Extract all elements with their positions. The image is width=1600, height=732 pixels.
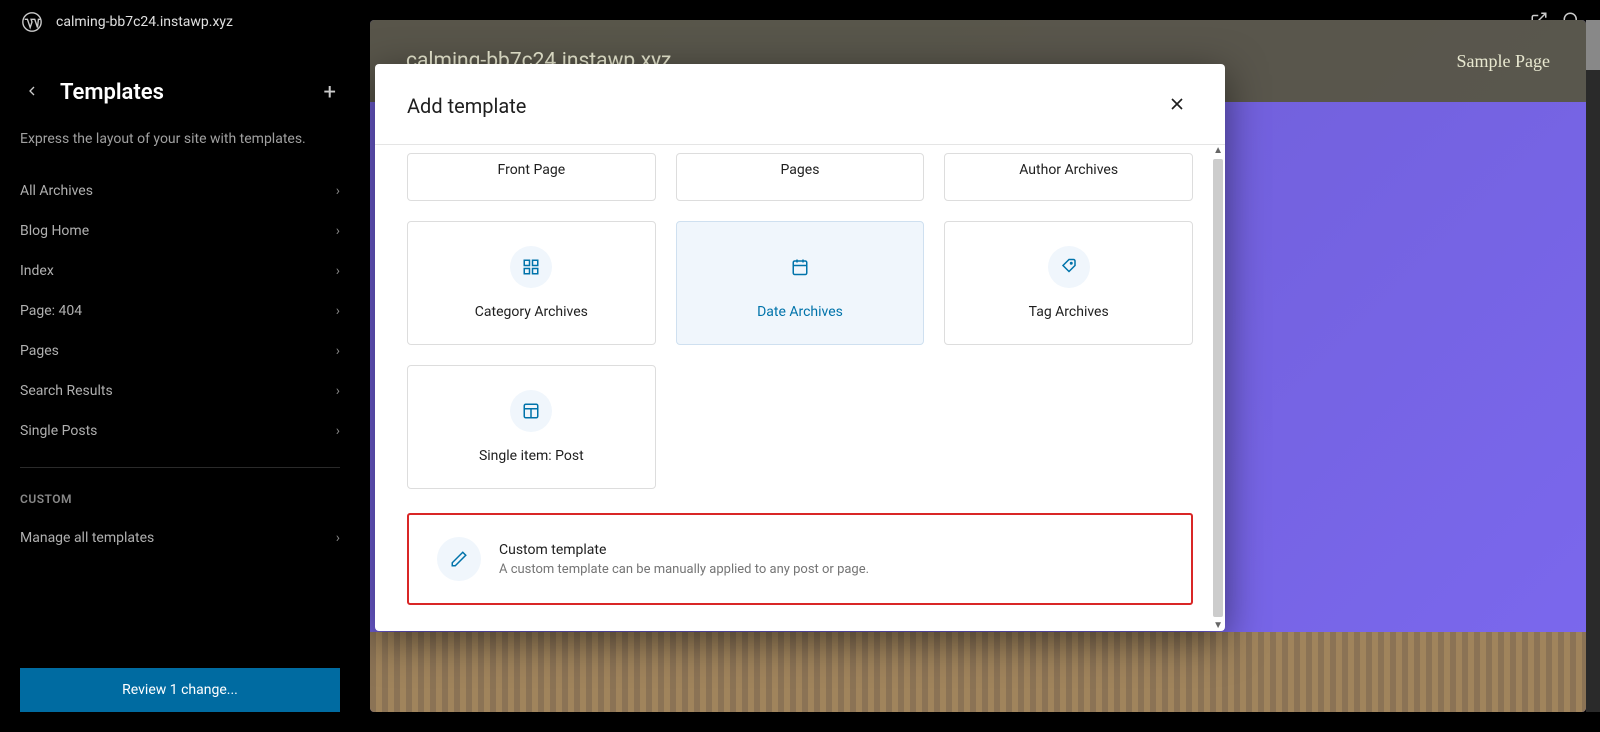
template-label: Single item: Post <box>479 448 584 464</box>
modal-title: Add template <box>407 94 526 118</box>
custom-template-desc: A custom template can be manually applie… <box>499 562 869 577</box>
template-card-author-archives[interactable]: Author Archives <box>944 153 1193 201</box>
template-label: Tag Archives <box>1029 304 1109 320</box>
template-label: Author Archives <box>1019 162 1118 178</box>
add-template-modal: Add template Front Page Pages Author Arc… <box>375 64 1225 631</box>
close-button[interactable] <box>1161 88 1193 124</box>
template-label: Pages <box>781 162 820 178</box>
calendar-icon <box>779 246 821 288</box>
pencil-icon <box>437 537 481 581</box>
template-label: Front Page <box>498 162 566 178</box>
grid-icon <box>510 246 552 288</box>
scroll-up-icon[interactable]: ▲ <box>1213 145 1223 156</box>
custom-template-card[interactable]: Custom template A custom template can be… <box>407 513 1193 605</box>
template-card-pages[interactable]: Pages <box>676 153 925 201</box>
template-card-category-archives[interactable]: Category Archives <box>407 221 656 345</box>
template-card-single-post[interactable]: Single item: Post <box>407 365 656 489</box>
template-label: Date Archives <box>757 304 843 320</box>
custom-template-title: Custom template <box>499 542 869 558</box>
modal-overlay: Add template Front Page Pages Author Arc… <box>0 0 1600 732</box>
template-label: Category Archives <box>475 304 588 320</box>
template-card-front-page[interactable]: Front Page <box>407 153 656 201</box>
scroll-thumb[interactable] <box>1213 159 1223 617</box>
template-card-date-archives[interactable]: Date Archives <box>676 221 925 345</box>
modal-scrollbar[interactable]: ▲ ▼ <box>1211 145 1225 631</box>
scroll-down-icon[interactable]: ▼ <box>1213 620 1223 631</box>
template-card-tag-archives[interactable]: Tag Archives <box>944 221 1193 345</box>
tag-icon <box>1048 246 1090 288</box>
layout-icon <box>510 390 552 432</box>
